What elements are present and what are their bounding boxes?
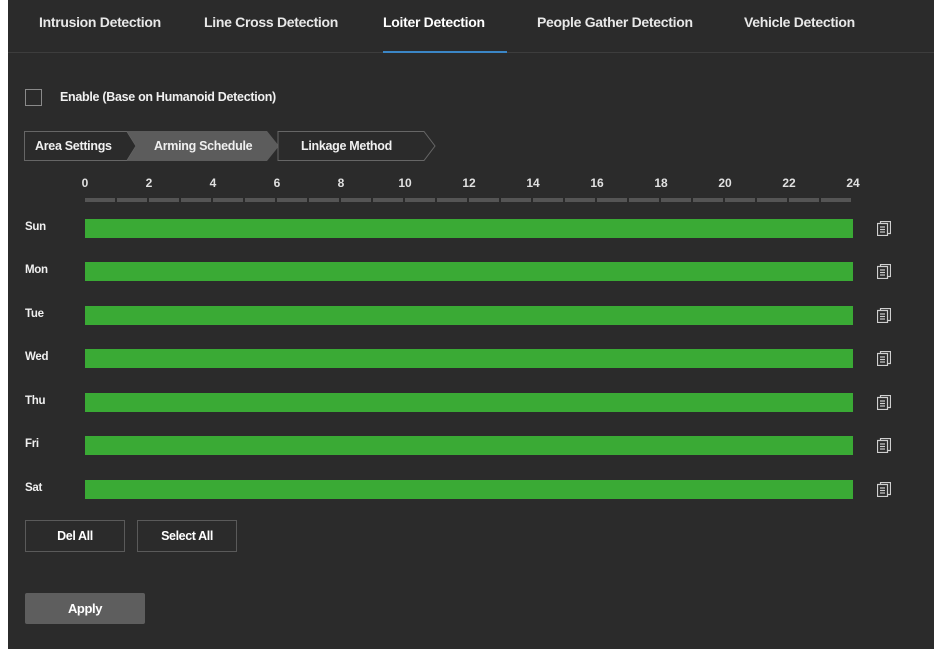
hour-label: 4 — [209, 176, 217, 190]
hour-label: 18 — [654, 176, 668, 190]
hour-tick — [181, 198, 211, 202]
apply-button[interactable]: Apply — [25, 593, 145, 624]
step-arming-schedule-label: Arming Schedule — [154, 139, 253, 153]
day-label-mon: Mon — [25, 264, 48, 276]
hour-tick — [309, 198, 339, 202]
hour-tick — [533, 198, 563, 202]
copy-icon[interactable] — [877, 395, 891, 410]
enable-row: Enable (Base on Humanoid Detection) — [25, 87, 276, 107]
day-label-wed: Wed — [25, 351, 49, 363]
copy-icon[interactable] — [877, 482, 891, 497]
detection-tabs: Intrusion Detection Line Cross Detection… — [8, 0, 934, 53]
hour-tick — [245, 198, 275, 202]
loiter-detection-panel: Intrusion Detection Line Cross Detection… — [8, 0, 934, 649]
schedule-bar-sun[interactable] — [85, 219, 853, 238]
hour-tick — [661, 198, 691, 202]
hour-label: 2 — [145, 176, 153, 190]
step-area-settings-label: Area Settings — [35, 139, 112, 153]
hour-tick — [789, 198, 819, 202]
hour-label: 14 — [526, 176, 540, 190]
tab-people-gather-detection[interactable]: People Gather Detection — [537, 14, 693, 52]
copy-icon[interactable] — [877, 264, 891, 279]
hour-label: 16 — [590, 176, 604, 190]
hour-tick — [629, 198, 659, 202]
hour-tick — [597, 198, 627, 202]
select-all-button[interactable]: Select All — [137, 520, 237, 552]
day-label-sat: Sat — [25, 482, 42, 494]
schedule-bar-fri[interactable] — [85, 436, 853, 455]
enable-checkbox[interactable] — [25, 88, 42, 106]
step-area-settings[interactable]: Area Settings — [24, 131, 136, 161]
hour-tick — [341, 198, 371, 202]
copy-icon[interactable] — [877, 308, 891, 323]
day-label-thu: Thu — [25, 395, 46, 407]
hour-ruler — [85, 198, 853, 202]
hour-label: 24 — [846, 176, 860, 190]
step-linkage-method[interactable]: Linkage Method — [268, 131, 436, 161]
day-label-sun: Sun — [25, 221, 46, 233]
schedule-bar-sat[interactable] — [85, 480, 853, 499]
hour-tick — [149, 198, 179, 202]
hour-tick — [821, 198, 851, 202]
hour-tick — [405, 198, 435, 202]
hour-tick — [213, 198, 243, 202]
hour-label: 12 — [462, 176, 476, 190]
day-label-tue: Tue — [25, 308, 44, 320]
day-label-fri: Fri — [25, 438, 39, 450]
hour-label: 0 — [81, 176, 89, 190]
step-linkage-method-label: Linkage Method — [301, 139, 392, 153]
hour-tick — [501, 198, 531, 202]
hour-label: 6 — [273, 176, 281, 190]
hour-label: 20 — [718, 176, 732, 190]
hour-tick — [725, 198, 755, 202]
del-all-button[interactable]: Del All — [25, 520, 125, 552]
schedule-bar-tue[interactable] — [85, 306, 853, 325]
tab-vehicle-detection[interactable]: Vehicle Detection — [744, 14, 855, 52]
hour-tick — [373, 198, 403, 202]
tab-loiter-detection[interactable]: Loiter Detection — [383, 14, 507, 53]
tab-intrusion-detection[interactable]: Intrusion Detection — [39, 14, 161, 52]
hour-tick — [85, 198, 115, 202]
hour-label: 22 — [782, 176, 796, 190]
step-arming-schedule[interactable]: Arming Schedule — [127, 131, 279, 161]
hour-tick — [437, 198, 467, 202]
hour-label: 8 — [337, 176, 345, 190]
hour-tick — [117, 198, 147, 202]
hour-tick — [469, 198, 499, 202]
copy-icon[interactable] — [877, 221, 891, 236]
hour-tick — [565, 198, 595, 202]
hour-tick — [693, 198, 723, 202]
hour-tick — [757, 198, 787, 202]
schedule-bar-mon[interactable] — [85, 262, 853, 281]
schedule-bar-thu[interactable] — [85, 393, 853, 412]
enable-label: Enable (Base on Humanoid Detection) — [60, 90, 276, 104]
hour-label: 10 — [398, 176, 412, 190]
schedule-bar-wed[interactable] — [85, 349, 853, 368]
copy-icon[interactable] — [877, 438, 891, 453]
copy-icon[interactable] — [877, 351, 891, 366]
tab-line-cross-detection[interactable]: Line Cross Detection — [204, 14, 338, 52]
hour-tick — [277, 198, 307, 202]
